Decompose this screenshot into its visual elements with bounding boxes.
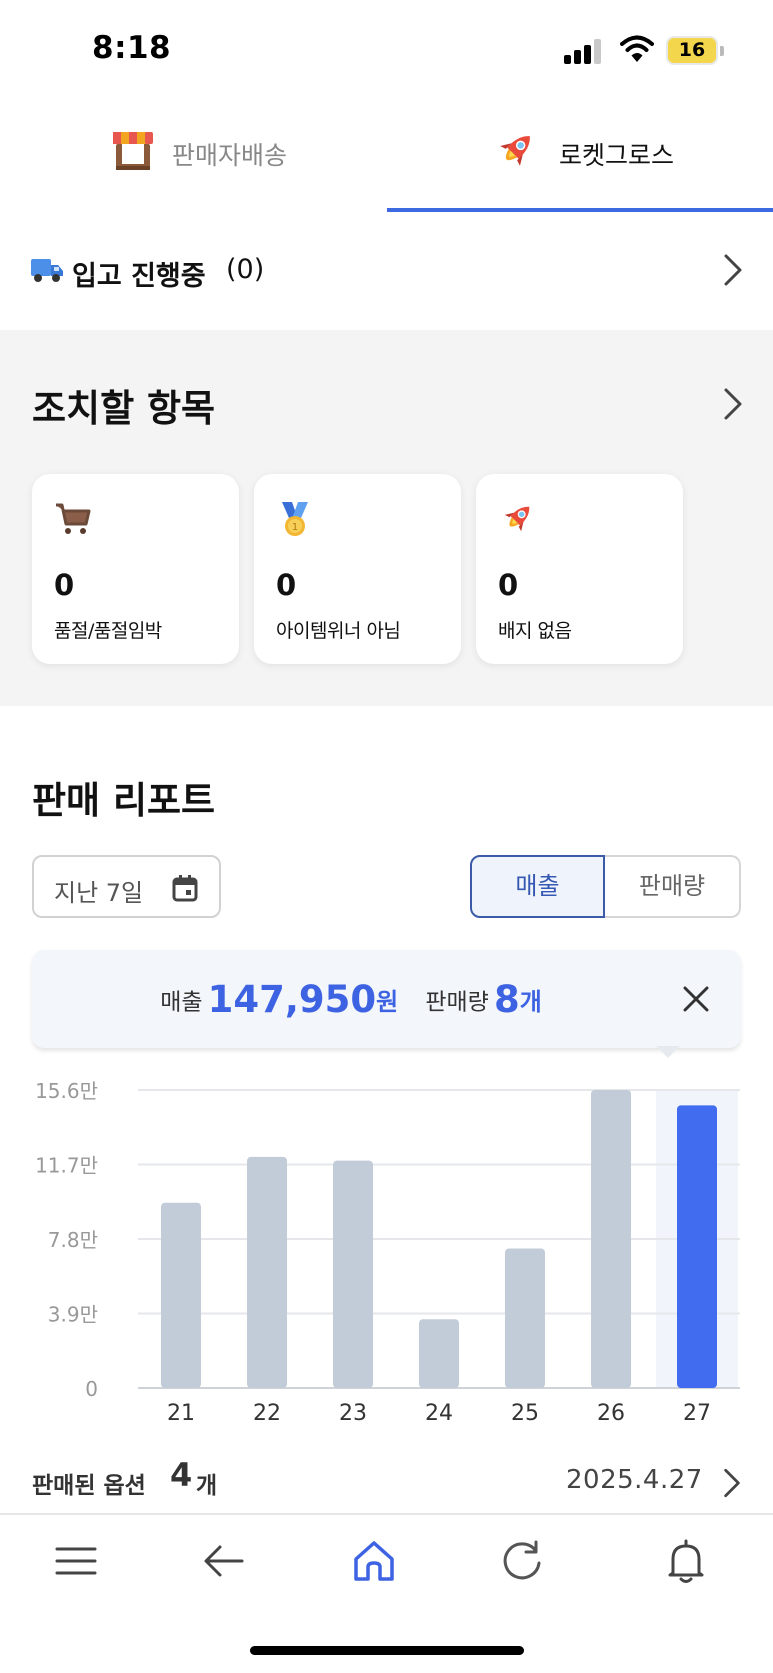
action-card-out-of-stock[interactable]: 0 품절/품절임박 (32, 474, 239, 664)
rocket-icon (504, 506, 530, 532)
quantity-value: 8 (493, 978, 520, 1021)
tab-rocket-growth[interactable]: 로켓그로스 (387, 104, 773, 212)
x-tick-label: 25 (511, 1401, 539, 1426)
rocket-icon (500, 136, 530, 166)
battery-icon: 16 (666, 36, 718, 65)
period-label: 지난 7일 (54, 879, 144, 907)
battery-level: 16 (678, 39, 706, 61)
action-card-not-item-winner[interactable]: 1 0 아이템위너 아님 (254, 474, 461, 664)
chart-bar[interactable] (419, 1319, 459, 1388)
sales-summary-tooltip: 매출 147,950원 판매량 8개 (32, 950, 741, 1048)
menu-icon[interactable] (52, 1537, 100, 1585)
chevron-right-icon[interactable] (722, 386, 744, 422)
sold-options-label: 판매된 옵션 (32, 1473, 146, 1499)
sold-options-unit: 개 (196, 1473, 218, 1499)
y-tick-label: 3.9만 (48, 1303, 98, 1327)
inbound-status-row[interactable]: 입고 진행중 (0) (0, 212, 773, 330)
action-card-no-badge[interactable]: 0 배지 없음 (476, 474, 683, 664)
action-items-section: 조치할 항목 0 품절/품절임박 1 0 아이템위너 아님 0 배지 없음 (0, 330, 773, 706)
summary-line: 매출 147,950원 판매량 8개 (32, 978, 692, 1021)
period-selector[interactable]: 지난 7일 (32, 855, 221, 918)
y-tick-label: 11.7만 (35, 1154, 98, 1178)
signal-icon (564, 38, 604, 64)
x-tick-label: 21 (167, 1401, 195, 1426)
tab-bar: 판매자배송 로켓그로스 (0, 104, 773, 213)
chart-bar[interactable] (591, 1090, 631, 1388)
sales-bar-chart[interactable]: 0 3.9만 7.8만 11.7만 15.6만 21 22 23 24 25 26 27 (0, 1070, 773, 1430)
card-label: 배지 없음 (498, 620, 572, 642)
tab-label: 판매자배송 (172, 141, 288, 170)
sales-value: 147,950 (207, 978, 377, 1021)
cart-icon (56, 503, 91, 534)
chart-bar[interactable] (333, 1160, 373, 1388)
inbound-count: (0) (226, 254, 265, 285)
back-arrow-icon[interactable] (200, 1537, 248, 1585)
storefront-icon (113, 132, 153, 170)
y-tick-label: 0 (85, 1377, 98, 1401)
tab-label: 로켓그로스 (559, 141, 675, 170)
truck-icon (31, 259, 63, 282)
sold-options-count: 4 (170, 1456, 193, 1494)
tooltip-pointer (656, 1046, 680, 1058)
close-icon[interactable] (682, 985, 710, 1013)
medal-icon: 1 (282, 502, 308, 536)
home-icon[interactable] (350, 1537, 398, 1585)
card-count: 0 (498, 568, 519, 602)
bell-icon[interactable] (662, 1537, 710, 1585)
x-tick-label: 23 (339, 1401, 367, 1426)
quantity-label: 판매량 (425, 989, 489, 1016)
x-tick-label: 24 (425, 1401, 453, 1426)
refresh-icon[interactable] (498, 1537, 546, 1585)
inbound-label: 입고 진행중 (72, 261, 206, 292)
y-tick-label: 15.6만 (35, 1079, 98, 1103)
status-bar: 8:18 16 (0, 0, 773, 100)
tab-seller-delivery[interactable]: 판매자배송 (0, 104, 386, 212)
y-tick-label: 7.8만 (48, 1228, 98, 1252)
x-tick-label: 22 (253, 1401, 281, 1426)
chevron-right-icon[interactable] (722, 1466, 742, 1500)
sales-label: 매출 (160, 989, 203, 1016)
card-count: 0 (276, 568, 297, 602)
quantity-unit: 개 (519, 988, 542, 1016)
card-count: 0 (54, 568, 75, 602)
home-indicator (250, 1646, 524, 1655)
sales-report-title: 판매 리포트 (32, 779, 216, 822)
battery-nub (720, 46, 724, 56)
x-tick-label: 26 (597, 1401, 625, 1426)
x-tick-label: 27 (683, 1401, 711, 1426)
card-label: 아이템위너 아님 (276, 620, 401, 642)
chart-bar[interactable] (161, 1202, 201, 1388)
status-time: 8:18 (92, 30, 172, 66)
report-date: 2025.4.27 (566, 1465, 703, 1495)
chart-bar[interactable] (247, 1156, 287, 1388)
chevron-right-icon (724, 254, 742, 286)
sales-unit: 원 (376, 988, 399, 1016)
chart-bar[interactable] (505, 1248, 545, 1388)
toggle-quantity[interactable]: 판매량 (605, 855, 741, 918)
toggle-sales[interactable]: 매출 (470, 855, 605, 918)
section-title: 조치할 항목 (32, 387, 216, 430)
wifi-icon (620, 35, 654, 62)
calendar-icon (172, 875, 198, 902)
card-label: 품절/품절임박 (54, 620, 162, 642)
chart-bar[interactable] (677, 1105, 717, 1388)
svg-text:1: 1 (292, 522, 298, 533)
